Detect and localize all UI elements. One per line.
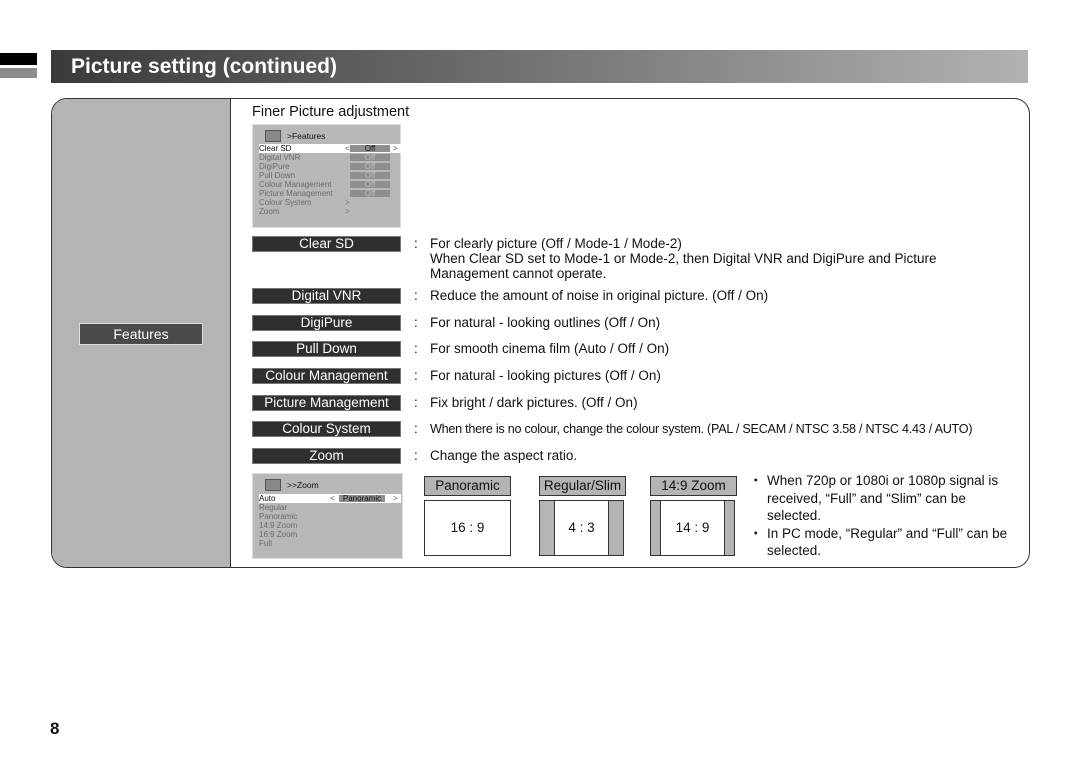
colon: :: [414, 448, 418, 463]
osd-row-picture-management: Picture Management Off: [259, 189, 401, 198]
label-clear-sd: Clear SD: [252, 236, 401, 252]
osd-row-digital-vnr: Digital VNR Off: [259, 153, 401, 162]
osd-row-panoramic: Panoramic: [259, 512, 298, 521]
osd-row-regular: Regular: [259, 503, 288, 512]
colon: :: [414, 288, 418, 303]
label-picture-management: Picture Management: [252, 395, 401, 411]
page-number: 8: [50, 719, 60, 738]
label-pull-down: Pull Down: [252, 341, 401, 357]
label-colour-management: Colour Management: [252, 368, 401, 384]
label-digipure: DigiPure: [252, 315, 401, 331]
features-osd-menu: >Features Clear SD < Off > Digital VNR Off D…: [252, 124, 401, 228]
colon: :: [414, 368, 418, 383]
section-marker-black: [0, 53, 37, 65]
desc-digital-vnr: Reduce the amount of noise in original p…: [430, 288, 769, 303]
title-bar: Picture setting (continued): [51, 50, 1028, 83]
aspect-ratio-text: 14 : 9: [675, 520, 710, 535]
zoom-osd-menu: >>Zoom Auto < Panoramic > Regular Panoramic…: [252, 473, 403, 559]
menu-picture-icon: [265, 130, 281, 142]
note-item: In PC mode, “Regular” and “Full” can be …: [749, 525, 1017, 560]
label-zoom: Zoom: [252, 448, 401, 464]
label-digital-vnr: Digital VNR: [252, 288, 401, 304]
zoom-notes: When 720p or 1080i or 1080p signal is re…: [749, 472, 1017, 560]
colon: :: [414, 395, 418, 410]
menu-picture-icon: [265, 479, 281, 491]
desc-zoom: Change the aspect ratio.: [430, 448, 578, 463]
aspect-diagram-14-9-zoom: 14 : 9: [650, 500, 735, 556]
aspect-label-14-9-zoom: 14:9 Zoom: [650, 476, 737, 496]
colon: :: [414, 236, 418, 251]
osd-row-pull-down: Pull Down Off: [259, 171, 401, 180]
category-column: Features: [52, 99, 231, 567]
aspect-label-panoramic: Panoramic: [424, 476, 511, 496]
osd-row-full: Full: [259, 539, 272, 548]
osd-header: >>Zoom: [259, 479, 319, 491]
osd-row-colour-system: Colour System >: [259, 198, 350, 207]
osd-row-auto: Auto < Panoramic >: [259, 494, 401, 503]
aspect-ratio-text: 4 : 3: [568, 520, 595, 535]
desc-pull-down: For smooth cinema film (Auto / Off / On): [430, 341, 670, 356]
desc-colour-system: When there is no colour, change the colo…: [430, 422, 973, 436]
osd-header: >Features: [259, 130, 326, 142]
osd-row-14-9-zoom: 14:9 Zoom: [259, 521, 298, 530]
osd-row-colour-management: Colour Management Off: [259, 180, 401, 189]
osd-title: >Features: [287, 131, 326, 141]
category-features: Features: [79, 323, 203, 345]
aspect-diagram-panoramic: 16 : 9: [424, 500, 511, 556]
section-marker-grey: [0, 68, 37, 78]
desc-picture-management: Fix bright / dark pictures. (Off / On): [430, 395, 638, 410]
label-colour-system: Colour System: [252, 421, 401, 437]
osd-row-digipure: DigiPure Off: [259, 162, 401, 171]
colon: :: [414, 421, 418, 436]
osd-row-clear-sd: Clear SD < Off >: [259, 144, 401, 153]
colon: :: [414, 315, 418, 330]
colon: :: [414, 341, 418, 356]
osd-row-16-9-zoom: 16:9 Zoom: [259, 530, 298, 539]
aspect-diagram-regular-slim: 4 : 3: [539, 500, 624, 556]
note-item: When 720p or 1080i or 1080p signal is re…: [749, 472, 1017, 525]
section-subtitle: Finer Picture adjustment: [252, 104, 410, 120]
aspect-ratio-text: 16 : 9: [450, 520, 485, 535]
content-panel: Features Finer Picture adjustment >Featu…: [51, 98, 1030, 568]
osd-title: >>Zoom: [287, 480, 319, 490]
desc-clear-sd: For clearly picture (Off / Mode-1 / Mode…: [430, 236, 937, 281]
desc-colour-management: For natural - looking pictures (Off / On…: [430, 368, 661, 383]
osd-row-zoom: Zoom >: [259, 207, 350, 216]
aspect-label-regular-slim: Regular/Slim: [539, 476, 626, 496]
desc-digipure: For natural - looking outlines (Off / On…: [430, 315, 661, 330]
page-title: Picture setting (continued): [71, 55, 338, 78]
